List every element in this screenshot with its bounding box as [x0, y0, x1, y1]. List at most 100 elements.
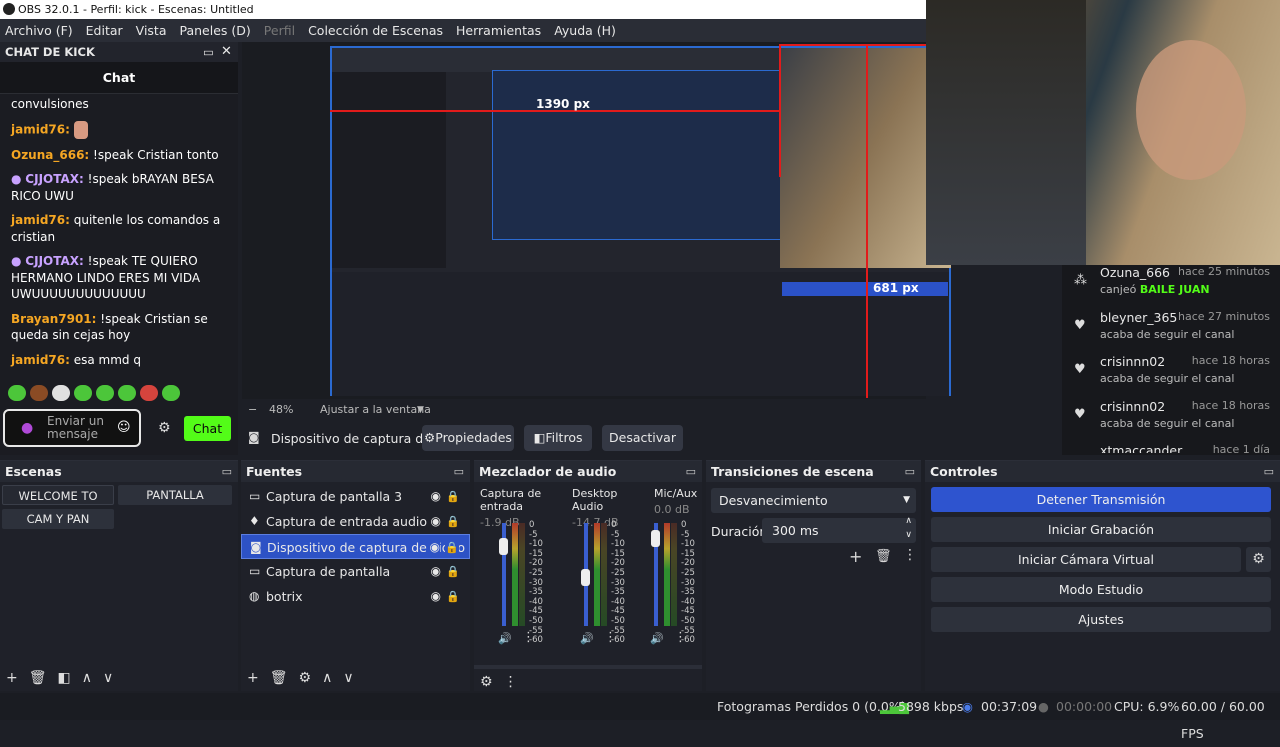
properties-button[interactable]: ⚙Propiedades	[422, 425, 514, 451]
add-icon[interactable]: +	[6, 670, 18, 686]
close-icon[interactable]: ✕	[221, 42, 232, 62]
chat-dock-title: CHAT DE KICK	[5, 45, 95, 59]
fit-window-label[interactable]: Ajustar a la ventana	[320, 400, 431, 420]
speaker-icon[interactable]: 🔊	[580, 632, 594, 645]
float-icon[interactable]: ▭	[222, 461, 232, 482]
eye-icon[interactable]: ◉	[431, 559, 441, 584]
menu-editar[interactable]: Editar	[81, 23, 131, 38]
trash-icon[interactable]: 🗑	[29, 670, 47, 686]
menu-herramientas[interactable]: Herramientas	[451, 23, 549, 38]
eye-icon[interactable]: ◉	[431, 484, 441, 509]
window-title: OBS 32.0.1 - Perfil: kick - Escenas: Unt…	[18, 3, 254, 16]
source-item[interactable]: ▭ Captura de pantalla ◉ 🔒	[241, 559, 470, 584]
speaker-icon[interactable]: 🔊	[650, 632, 664, 645]
transitions-header: Transiciones de escena ▭	[706, 461, 921, 482]
down-arrow-icon[interactable]: ∨	[103, 670, 113, 686]
trash-icon[interactable]: 🗑	[270, 670, 288, 686]
float-icon[interactable]: ▭	[454, 461, 464, 482]
more-icon[interactable]: ⋮	[504, 674, 518, 690]
menu-perfil[interactable]: Perfil	[259, 23, 303, 38]
measure-label: 1390 px	[536, 97, 590, 111]
lock-icon[interactable]: 🔒	[446, 559, 460, 584]
eye-icon[interactable]: ◉	[431, 509, 441, 534]
lock-icon[interactable]: 🔒	[446, 584, 460, 609]
scene-item[interactable]: WELCOME TO THE...	[2, 485, 114, 523]
emote-icon[interactable]	[74, 385, 92, 401]
float-icon[interactable]: ▭	[905, 461, 915, 482]
menu-vista[interactable]: Vista	[131, 23, 175, 38]
chevron-down-icon[interactable]: ▼	[417, 400, 424, 420]
menu-coleccion[interactable]: Colección de Escenas	[303, 23, 451, 38]
activity-feed: ⁂ Ozuna_666 hace 25 minutos canjeó BAILE…	[1062, 265, 1280, 455]
source-item[interactable]: ◍ botrix ◉ 🔒	[241, 584, 470, 609]
menu-paneles[interactable]: Paneles (D)	[175, 23, 259, 38]
volume-knob[interactable]	[581, 569, 590, 587]
stop-streaming-button[interactable]: Detener Transmisión	[931, 487, 1271, 512]
start-virtual-camera-button[interactable]: Iniciar Cámara Virtual	[931, 547, 1241, 572]
source-item[interactable]: ◙ Dispositivo de captura de video ◉ 🔒	[241, 534, 470, 559]
down-arrow-icon[interactable]: ∨	[343, 670, 353, 686]
speaker-icon[interactable]: 🔊	[498, 632, 512, 645]
settings-gear-icon[interactable]: ⚙	[158, 420, 171, 436]
gear-icon[interactable]: ⚙	[299, 670, 312, 686]
more-icon[interactable]: ⋮	[903, 547, 917, 563]
sources-header: Fuentes ▭	[241, 461, 470, 482]
emote-icon[interactable]	[162, 385, 180, 401]
scene-item[interactable]: CAM Y PAN	[2, 509, 114, 529]
lock-icon[interactable]: 🔒	[446, 484, 460, 509]
volume-knob[interactable]	[651, 530, 660, 548]
start-recording-button[interactable]: Iniciar Grabación	[931, 517, 1271, 542]
emote-icon[interactable]	[96, 385, 114, 401]
activity-item: ♥ crisinnn02 hace 18 horas acaba de segu…	[1074, 398, 1270, 430]
mixer-footer: ⚙ ⋮	[474, 665, 702, 691]
add-icon[interactable]: +	[247, 670, 259, 686]
emote-icon[interactable]	[30, 385, 48, 401]
eye-icon[interactable]: ◉	[429, 535, 440, 558]
audio-mixer-dock: Mezclador de audio ▭ Captura de entrada -1…	[474, 460, 702, 691]
source-item[interactable]: ▭ Captura de pantalla 3 ◉ 🔒	[241, 484, 470, 509]
volume-knob[interactable]	[499, 538, 508, 556]
eye-icon[interactable]: ◉	[431, 584, 441, 609]
settings-button[interactable]: Ajustes	[931, 607, 1271, 632]
emote-icon[interactable]	[118, 385, 136, 401]
float-icon[interactable]: ▭	[686, 461, 696, 482]
transitions-dock: Transiciones de escena ▭ Desvanecimiento ▼…	[706, 460, 921, 691]
transition-select[interactable]: Desvanecimiento ▼	[711, 488, 916, 513]
emote-icon[interactable]	[8, 385, 26, 401]
filters-button[interactable]: ◧Filtros	[524, 425, 592, 451]
lock-icon[interactable]: 🔒	[446, 509, 460, 534]
trash-icon[interactable]: 🗑	[875, 549, 892, 564]
zoom-out-button[interactable]: −	[248, 400, 257, 420]
emote-icon[interactable]	[140, 385, 158, 401]
filter-icon[interactable]: ◧	[58, 670, 71, 686]
add-icon[interactable]: +	[849, 547, 862, 566]
menu-ayuda[interactable]: Ayuda (H)	[549, 23, 624, 38]
meter-ticks: 0 -5 -10 -15 -20 -25 -30 -35 -40 -45 -50 -55 -60	[681, 520, 695, 646]
more-icon[interactable]: ⋮	[674, 630, 687, 645]
more-icon[interactable]: ⋮	[604, 630, 617, 645]
more-icon[interactable]: ⋮	[522, 630, 535, 645]
chat-message-input[interactable]: ● Enviar un mensaje ☺	[3, 409, 141, 447]
gear-icon[interactable]: ⚙	[480, 674, 493, 690]
fps: 60.00 / 60.00 FPS	[1181, 699, 1265, 741]
up-arrow-icon[interactable]: ∧	[82, 670, 92, 686]
chat-dock-header: CHAT DE KICK ▭ ✕	[0, 42, 238, 62]
emote-icon[interactable]	[52, 385, 70, 401]
heart-icon: ♥	[1074, 362, 1086, 377]
gear-icon[interactable]: ⚙	[1246, 547, 1271, 572]
scene-item[interactable]: PANTALLA	[118, 485, 232, 505]
menu-archivo[interactable]: Archivo (F)	[0, 23, 81, 38]
studio-mode-button[interactable]: Modo Estudio	[931, 577, 1271, 602]
emoji-icon[interactable]: ☺	[117, 420, 131, 435]
up-arrow-icon[interactable]: ∧	[322, 670, 332, 686]
deactivate-button[interactable]: Desactivar	[602, 425, 683, 451]
float-icon[interactable]: ▭	[1264, 461, 1274, 482]
source-item[interactable]: ♦ Captura de entrada audio ◉ 🔒	[241, 509, 470, 534]
chat-send-button[interactable]: Chat	[184, 416, 231, 441]
spinner-icon: ∧ ∨	[905, 516, 912, 540]
lock-icon[interactable]: 🔒	[445, 535, 459, 558]
chat-message: jamid76:	[11, 120, 227, 139]
mixer-header: Mezclador de audio ▭	[474, 461, 702, 482]
float-icon[interactable]: ▭	[203, 42, 214, 62]
duration-input[interactable]: 300 ms ∧ ∨	[762, 516, 916, 543]
